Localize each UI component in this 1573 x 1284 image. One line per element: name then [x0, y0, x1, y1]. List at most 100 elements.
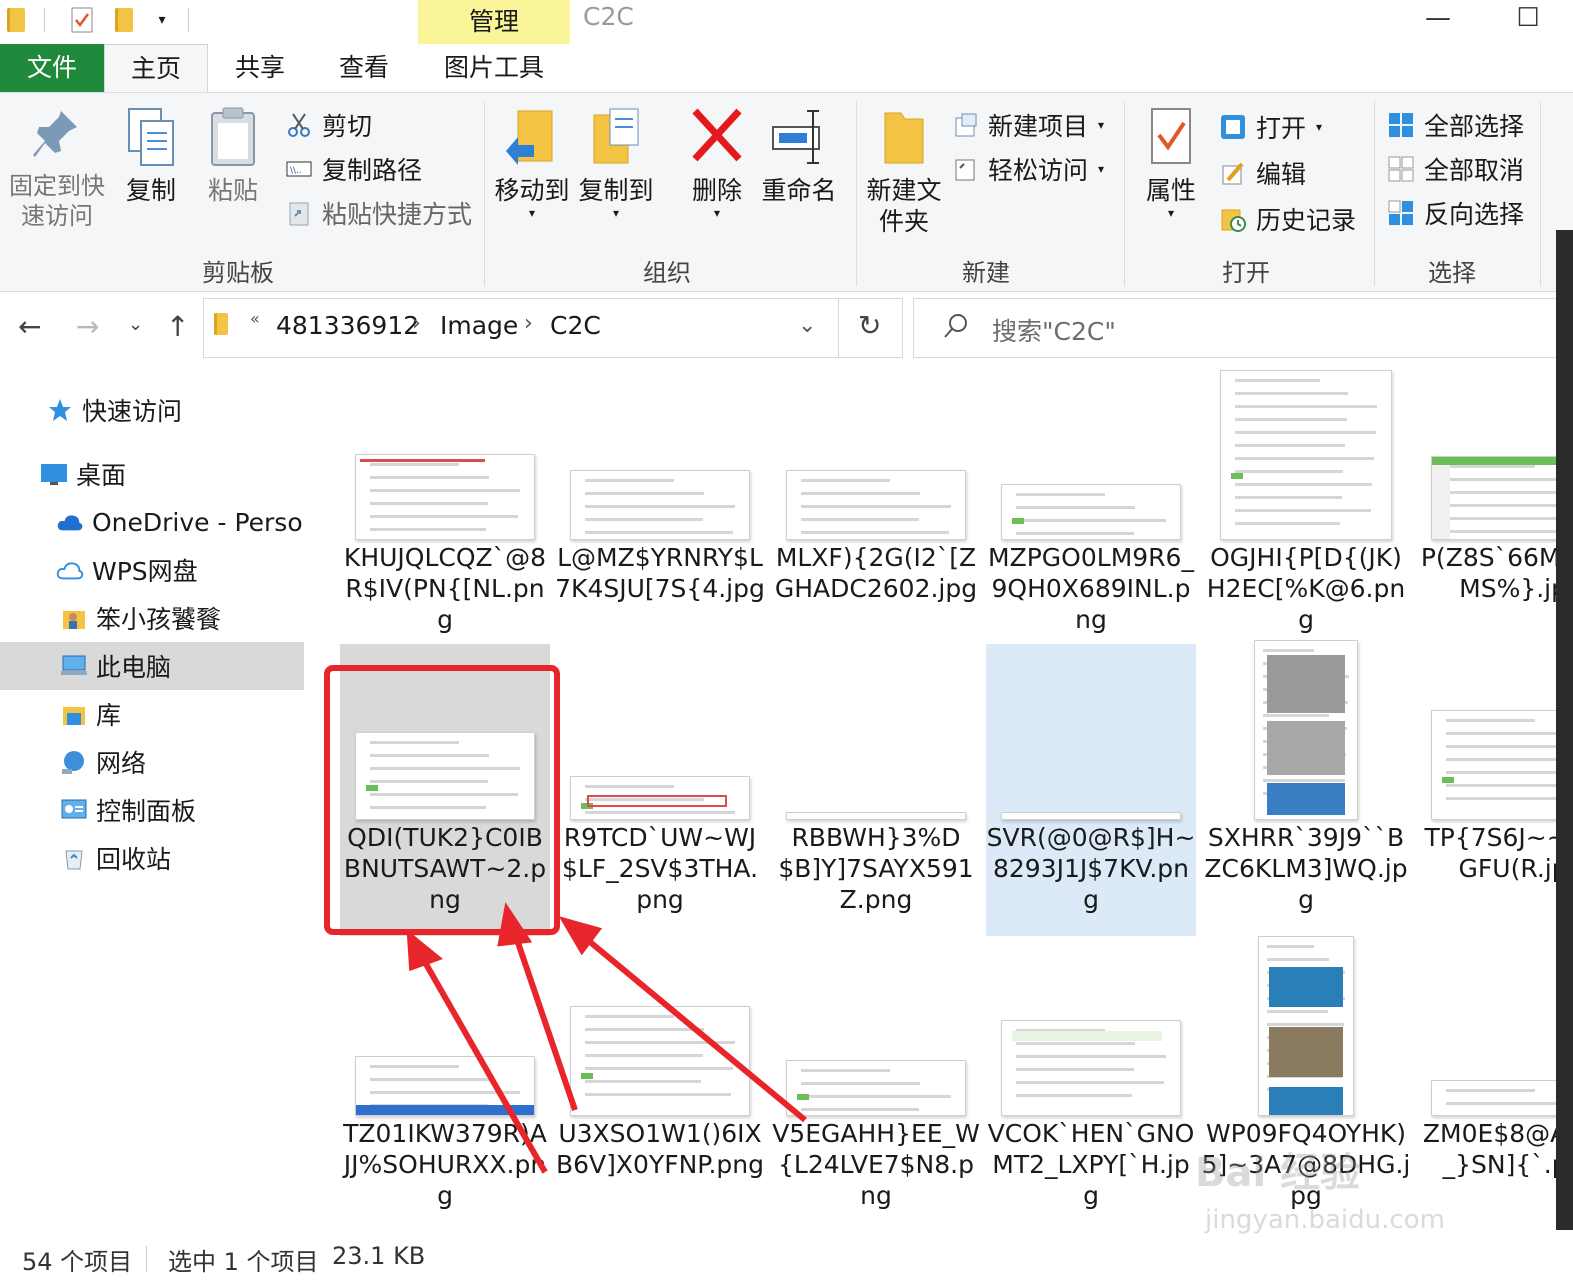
forward-arrow-icon[interactable]: → — [76, 310, 99, 343]
tab-file[interactable]: 文件 — [0, 44, 104, 92]
maximize-button[interactable]: ☐ — [1498, 0, 1558, 36]
nav-item-cloud[interactable]: OneDrive - Person — [0, 498, 304, 546]
breadcrumb-c2c[interactable]: C2C — [550, 311, 601, 340]
file-tile[interactable]: SXHRR`39J9``BZC6KLM3]WQ.jpg — [1201, 640, 1411, 936]
refresh-icon[interactable]: ↻ — [858, 309, 881, 342]
cut-button[interactable]: 剪切 — [286, 105, 372, 145]
group-label-clipboard: 剪贴板 — [202, 259, 274, 287]
search-box[interactable]: 搜索"C2C" — [913, 298, 1568, 358]
status-bar: 54 个项目 选中 1 个项目 23.1 KB — [0, 1236, 1573, 1284]
qat-divider — [44, 8, 45, 32]
new-folder-button[interactable]: 新建文件夹 — [866, 105, 942, 237]
file-tile[interactable]: P(Z8S`66M5EMJMS%}.jpg — [1416, 364, 1556, 656]
recycle-bin-icon — [60, 844, 88, 872]
address-history-chevron-icon[interactable]: ⌄ — [798, 313, 816, 338]
nav-item-library[interactable]: 库 — [0, 690, 304, 738]
star-icon — [46, 396, 74, 424]
copy-button[interactable]: 复制 — [118, 105, 184, 207]
paste-shortcut-button[interactable]: 粘贴快捷方式 — [286, 193, 472, 233]
copy-to-icon — [588, 105, 644, 169]
select-none-icon — [1388, 156, 1414, 182]
recent-locations-chevron-icon[interactable]: ⌄ — [128, 314, 143, 335]
move-to-button[interactable]: 移动到 ▾ — [494, 105, 570, 219]
nav-item-wps-cloud[interactable]: WPS网盘 — [0, 546, 304, 594]
file-tile[interactable]: U3XSO1W1()6IXB6V]X0YFNP.png — [555, 940, 765, 1232]
open-button[interactable]: 打开 ▾ — [1220, 107, 1322, 147]
tab-share[interactable]: 共享 — [208, 44, 312, 92]
nav-item-user-folder[interactable]: 笨小孩饕餮 — [0, 594, 304, 642]
group-divider — [1374, 101, 1375, 286]
back-arrow-icon[interactable]: ← — [18, 310, 41, 343]
nav-item-desktop[interactable]: 桌面 — [0, 450, 304, 498]
breadcrumb-chevron-icon[interactable]: › — [412, 311, 421, 336]
file-thumbnail — [355, 1056, 535, 1116]
file-tile[interactable]: QDI(TUK2}C0IBBNUTSAWT~2.png — [340, 644, 550, 936]
nav-item-label: 笨小孩饕餮 — [96, 605, 222, 634]
file-thumbnail — [786, 812, 966, 820]
tab-view[interactable]: 查看 — [312, 44, 416, 92]
vertical-scrollbar[interactable] — [1556, 230, 1573, 1230]
selection-count: 选中 1 个项目 — [168, 1248, 319, 1276]
new-folder-icon — [879, 105, 929, 169]
file-tile[interactable]: TZ01IKW379R)AJJ%SOHURXX.png — [340, 940, 550, 1232]
watermark-url: jingyan.baidu.com — [1205, 1205, 1445, 1235]
properties-button[interactable]: 属性 ▾ — [1136, 105, 1206, 219]
file-tile[interactable]: KHUJQLCQZ`@8R$IV(PN{[NL.png — [340, 364, 550, 656]
nav-item-recycle-bin[interactable]: 回收站 — [0, 834, 304, 882]
rename-button[interactable]: 重命名 — [760, 105, 838, 207]
file-tile[interactable]: OGJHI{P[D{(JK)H2EC[%K@6.png — [1201, 364, 1411, 656]
breadcrumb-chevron-icon[interactable]: › — [524, 311, 533, 336]
minimize-button[interactable]: — — [1408, 0, 1468, 36]
new-item-button[interactable]: 新建项目 ▾ — [952, 105, 1104, 145]
tab-home[interactable]: 主页 — [104, 44, 208, 92]
file-tile[interactable]: VCOK`HEN`GNOMT2_LXPY[`H.jpg — [986, 940, 1196, 1232]
computer-icon — [60, 652, 88, 680]
copy-path-button[interactable]: \\.. 复制路径 — [286, 149, 422, 189]
nav-item-star[interactable]: 快速访问 — [0, 386, 304, 434]
tab-manage[interactable]: 管理 — [418, 0, 570, 44]
delete-button[interactable]: 删除 ▾ — [686, 105, 748, 219]
file-tile[interactable]: SVR(@0@R$]H~8293J1J$7KV.png — [986, 644, 1196, 936]
search-icon — [942, 311, 970, 345]
ribbon-tabs: 文件 主页 共享 查看 图片工具 — [0, 44, 1573, 92]
customize-qat-icon[interactable]: ▾ — [148, 6, 176, 34]
invert-selection-button[interactable]: 反向选择 — [1388, 193, 1524, 233]
file-tile[interactable]: MZPGO0LM9R6_9QH0X689INL.png — [986, 364, 1196, 656]
file-tile[interactable]: MLXF){2G(I2`[ZGHADC2602.jpg — [771, 364, 981, 656]
new-folder-quick-icon[interactable] — [110, 6, 138, 34]
file-tile[interactable]: RBBWH}3%D$B]Y]7SAYX591Z.png — [771, 644, 981, 936]
up-arrow-icon[interactable]: ↑ — [166, 310, 189, 343]
file-tile[interactable]: V5EGAHH}EE_W{L24LVE7$N8.png — [771, 940, 981, 1232]
copy-to-button[interactable]: 复制到 ▾ — [578, 105, 654, 219]
tab-picture-tools[interactable]: 图片工具 — [418, 44, 570, 92]
file-name: OGJHI{P[D{(JK)H2EC[%K@6.png — [1206, 543, 1406, 634]
nav-item-label: 控制面板 — [96, 797, 197, 826]
nav-item-control-panel[interactable]: 控制面板 — [0, 786, 304, 834]
file-tile[interactable]: R9TCD`UW~WJ$LF_2SV$3THA.png — [555, 644, 765, 936]
file-tile[interactable]: TP{7S6J~~J(HLGFU(R.jpg — [1416, 644, 1556, 936]
nav-item-label: 库 — [96, 701, 122, 730]
file-thumbnail — [570, 776, 750, 820]
properties-quick-icon[interactable] — [68, 6, 96, 34]
cloud-icon — [56, 508, 84, 536]
pin-to-quick-access-button[interactable]: 固定到快速访问 — [4, 105, 110, 231]
address-bar[interactable]: « 481336912 › Image › C2C ⌄ ↻ — [203, 298, 903, 358]
file-thumbnail — [786, 470, 966, 540]
selection-size: 23.1 KB — [332, 1242, 426, 1270]
overflow-crumbs[interactable]: « — [250, 309, 260, 328]
paste-button[interactable]: 粘贴 — [200, 105, 266, 207]
select-none-button[interactable]: 全部取消 — [1388, 149, 1524, 189]
nav-item-computer[interactable]: 此电脑 — [0, 642, 304, 690]
history-button[interactable]: 历史记录 — [1220, 199, 1356, 239]
nav-item-label: 回收站 — [96, 845, 172, 874]
file-tile[interactable]: ZM0E$8@ABHS_}SN]{`.png — [1416, 940, 1556, 1232]
delete-x-icon — [689, 105, 745, 169]
easy-access-button[interactable]: 轻松访问 ▾ — [952, 149, 1104, 189]
breadcrumb-image[interactable]: Image — [440, 311, 518, 340]
nav-item-network[interactable]: 网络 — [0, 738, 304, 786]
new-item-icon — [952, 112, 978, 138]
select-all-button[interactable]: 全部选择 — [1388, 105, 1524, 145]
file-tile[interactable]: L@MZ$YRNRY$L7K4SJU[7S{4.jpg — [555, 364, 765, 656]
breadcrumb-user[interactable]: 481336912 — [276, 311, 419, 340]
edit-button[interactable]: 编辑 — [1220, 153, 1306, 193]
